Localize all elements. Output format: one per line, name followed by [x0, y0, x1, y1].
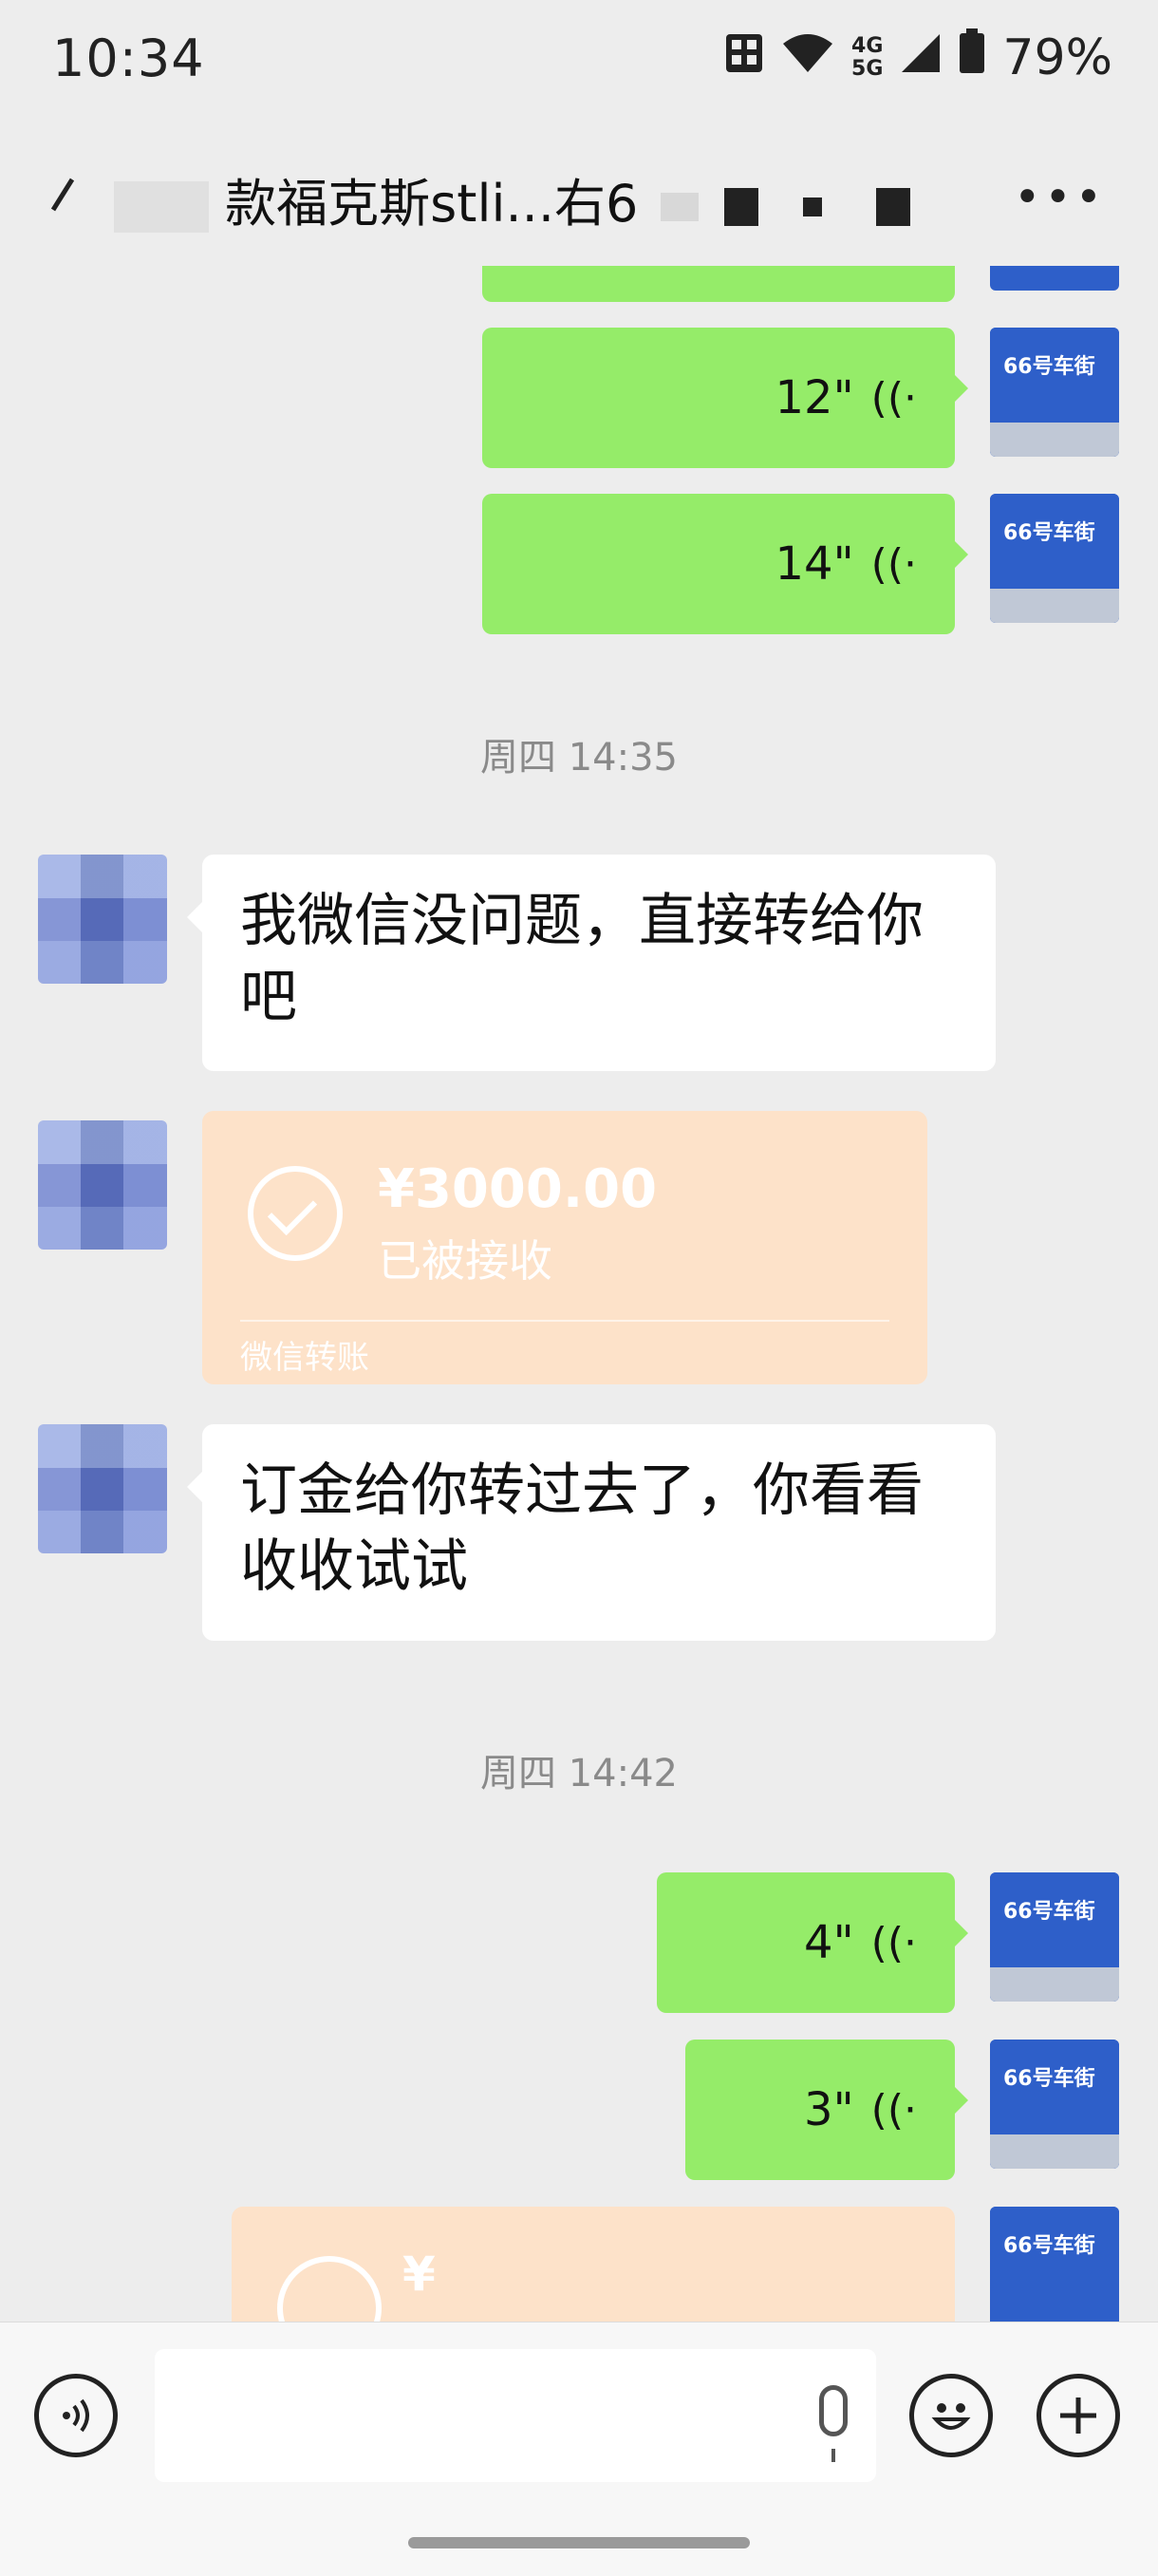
text-message[interactable]: 我微信没问题，直接转给你吧	[187, 855, 996, 1071]
battery-icon	[959, 28, 985, 86]
transfer-card-partial[interactable]: ¥	[232, 2207, 955, 2322]
my-avatar[interactable]: 66号车街	[990, 2040, 1119, 2169]
voice-message[interactable]: 12" ((·	[482, 328, 968, 468]
back-icon[interactable]	[47, 176, 76, 214]
my-avatar[interactable]: 66号车街	[990, 328, 1119, 457]
contact-avatar[interactable]	[38, 1424, 167, 1553]
message-input[interactable]	[155, 2349, 876, 2482]
svg-text:66号车街: 66号车街	[1003, 520, 1095, 545]
chat-header: 款福克斯stli...右6 •••	[0, 123, 1158, 266]
contact-avatar[interactable]	[38, 855, 167, 984]
microphone-icon[interactable]	[819, 2385, 848, 2462]
voice-message[interactable]: 4" ((·	[657, 1872, 968, 2013]
voice-message-partial[interactable]	[482, 266, 955, 302]
status-icons: 4G 5G 79%	[724, 28, 1112, 86]
wifi-icon	[781, 29, 834, 86]
voice-wave-icon: ((·	[870, 373, 917, 423]
my-avatar[interactable]: 66号车街	[990, 494, 1119, 623]
transfer-amount: ¥	[402, 2247, 436, 2302]
transfer-status: 已被接收	[378, 1235, 552, 1287]
voice-message[interactable]: 3" ((·	[685, 2040, 968, 2180]
voice-input-icon[interactable]	[34, 2374, 118, 2457]
check-circle-icon	[248, 1166, 343, 1261]
redacted-block	[114, 181, 209, 234]
svg-text:66号车街: 66号车街	[1003, 2066, 1095, 2091]
timestamp: 周四 14:35	[480, 736, 678, 780]
status-time: 10:34	[52, 28, 205, 88]
svg-text:66号车街: 66号车街	[1003, 354, 1095, 379]
transfer-footer: 微信转账	[240, 1339, 369, 1377]
redacted-block	[723, 188, 758, 227]
signal-icon	[900, 29, 942, 86]
transfer-card[interactable]: ¥3000.00 已被接收 微信转账	[202, 1111, 927, 1384]
timestamp: 周四 14:42	[480, 1752, 678, 1796]
check-circle-icon	[277, 2256, 382, 2322]
redacted-block	[802, 197, 822, 217]
add-icon[interactable]	[1037, 2374, 1120, 2457]
emoji-icon[interactable]	[909, 2374, 993, 2457]
network-type: 4G 5G	[851, 33, 884, 81]
battery-level: 79%	[1002, 28, 1112, 86]
transfer-amount: ¥3000.00	[378, 1158, 658, 1220]
redacted-block	[660, 193, 699, 222]
voice-wave-icon: ((·	[870, 1918, 917, 1967]
contact-avatar[interactable]	[38, 1120, 167, 1250]
home-indicator[interactable]	[408, 2537, 750, 2548]
voice-wave-icon: ((·	[870, 2085, 917, 2134]
chat-title[interactable]: 款福克斯stli...右6	[114, 161, 911, 236]
svg-text:66号车街: 66号车街	[1003, 1899, 1095, 1924]
text-message[interactable]: 订金给你转过去了，你看看收收试试	[187, 1424, 996, 1641]
my-avatar[interactable]: 66号车街	[990, 2207, 1119, 2322]
voice-message[interactable]: 14" ((·	[482, 494, 968, 634]
divider	[240, 1320, 889, 1322]
my-avatar[interactable]: 66号车街	[990, 1872, 1119, 2002]
more-icon[interactable]: •••	[1014, 171, 1106, 224]
redacted-block	[876, 188, 911, 227]
svg-text:66号车街: 66号车街	[1003, 2233, 1095, 2258]
voice-wave-icon: ((·	[870, 539, 917, 589]
my-avatar[interactable]	[990, 266, 1119, 291]
sim-icon	[724, 29, 764, 86]
